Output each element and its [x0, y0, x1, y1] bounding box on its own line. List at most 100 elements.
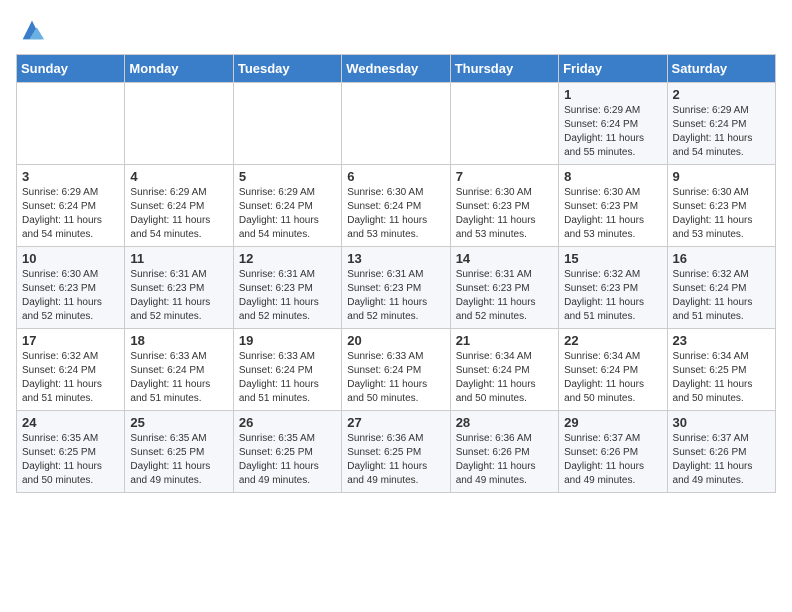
- day-info: Sunrise: 6:29 AM Sunset: 6:24 PM Dayligh…: [564, 104, 661, 160]
- day-number: 10: [22, 251, 119, 266]
- day-number: 25: [130, 415, 227, 430]
- weekday-header-tuesday: Tuesday: [233, 55, 341, 83]
- day-number: 16: [673, 251, 770, 266]
- calendar-day: 20 Sunrise: 6:33 AM Sunset: 6:24 PM Dayli…: [342, 329, 450, 411]
- calendar-day: 25Sunrise: 6:35 AM Sunset: 6:25 PM Dayli…: [125, 411, 233, 493]
- calendar-day: 6 Sunrise: 6:30 AM Sunset: 6:24 PM Daylig…: [342, 165, 450, 247]
- day-info: Sunrise: 6:33 AM Sunset: 6:24 PM Dayligh…: [347, 350, 444, 406]
- day-info: Sunrise: 6:29 AM Sunset: 6:24 PM Dayligh…: [22, 186, 119, 242]
- calendar-day: 10 Sunrise: 6:30 AM Sunset: 6:23 PM Dayli…: [17, 247, 125, 329]
- calendar-day: 14 Sunrise: 6:31 AM Sunset: 6:23 PM Dayli…: [450, 247, 558, 329]
- calendar-header: SundayMondayTuesdayWednesdayThursdayFrid…: [17, 55, 776, 83]
- weekday-header-sunday: Sunday: [17, 55, 125, 83]
- day-number: 3: [22, 169, 119, 184]
- day-number: 24: [22, 415, 119, 430]
- day-number: 5: [239, 169, 336, 184]
- day-number: 17: [22, 333, 119, 348]
- day-number: 18: [130, 333, 227, 348]
- calendar-day: 21Sunrise: 6:34 AM Sunset: 6:24 PM Dayli…: [450, 329, 558, 411]
- day-number: 6: [347, 169, 444, 184]
- calendar-day: 16 Sunrise: 6:32 AM Sunset: 6:24 PM Dayli…: [667, 247, 775, 329]
- day-number: 22: [564, 333, 661, 348]
- day-info: Sunrise: 6:34 AM Sunset: 6:25 PM Dayligh…: [673, 350, 770, 406]
- calendar-day: [125, 83, 233, 165]
- weekday-header-monday: Monday: [125, 55, 233, 83]
- calendar-day: 28Sunrise: 6:36 AM Sunset: 6:26 PM Dayli…: [450, 411, 558, 493]
- day-info: Sunrise: 6:30 AM Sunset: 6:23 PM Dayligh…: [456, 186, 553, 242]
- day-number: 4: [130, 169, 227, 184]
- day-info: Sunrise: 6:33 AM Sunset: 6:24 PM Dayligh…: [239, 350, 336, 406]
- day-number: 19: [239, 333, 336, 348]
- calendar-day: [342, 83, 450, 165]
- calendar-day: [450, 83, 558, 165]
- day-info: Sunrise: 6:32 AM Sunset: 6:24 PM Dayligh…: [673, 268, 770, 324]
- logo: [16, 16, 46, 44]
- calendar-day: 24 Sunrise: 6:35 AM Sunset: 6:25 PM Dayli…: [17, 411, 125, 493]
- day-number: 7: [456, 169, 553, 184]
- day-number: 15: [564, 251, 661, 266]
- day-info: Sunrise: 6:37 AM Sunset: 6:26 PM Dayligh…: [673, 432, 770, 488]
- calendar-day: 27Sunrise: 6:36 AM Sunset: 6:25 PM Dayli…: [342, 411, 450, 493]
- day-info: Sunrise: 6:31 AM Sunset: 6:23 PM Dayligh…: [347, 268, 444, 324]
- logo-icon: [18, 16, 46, 44]
- day-number: 28: [456, 415, 553, 430]
- day-info: Sunrise: 6:31 AM Sunset: 6:23 PM Dayligh…: [456, 268, 553, 324]
- weekday-header-saturday: Saturday: [667, 55, 775, 83]
- day-info: Sunrise: 6:35 AM Sunset: 6:25 PM Dayligh…: [239, 432, 336, 488]
- day-number: 8: [564, 169, 661, 184]
- day-number: 1: [564, 87, 661, 102]
- day-info: Sunrise: 6:29 AM Sunset: 6:24 PM Dayligh…: [673, 104, 770, 160]
- calendar-day: 3 Sunrise: 6:29 AM Sunset: 6:24 PM Daylig…: [17, 165, 125, 247]
- day-info: Sunrise: 6:33 AM Sunset: 6:24 PM Dayligh…: [130, 350, 227, 406]
- page-header: [16, 16, 776, 44]
- day-info: Sunrise: 6:29 AM Sunset: 6:24 PM Dayligh…: [130, 186, 227, 242]
- calendar-day: 2 Sunrise: 6:29 AM Sunset: 6:24 PM Daylig…: [667, 83, 775, 165]
- calendar-day: 17 Sunrise: 6:32 AM Sunset: 6:24 PM Dayli…: [17, 329, 125, 411]
- calendar-day: 22 Sunrise: 6:34 AM Sunset: 6:24 PM Dayli…: [559, 329, 667, 411]
- day-info: Sunrise: 6:29 AM Sunset: 6:24 PM Dayligh…: [239, 186, 336, 242]
- day-info: Sunrise: 6:31 AM Sunset: 6:23 PM Dayligh…: [239, 268, 336, 324]
- day-number: 30: [673, 415, 770, 430]
- day-info: Sunrise: 6:30 AM Sunset: 6:23 PM Dayligh…: [22, 268, 119, 324]
- day-number: 2: [673, 87, 770, 102]
- calendar-day: 19 Sunrise: 6:33 AM Sunset: 6:24 PM Dayli…: [233, 329, 341, 411]
- calendar-day: 12Sunrise: 6:31 AM Sunset: 6:23 PM Dayli…: [233, 247, 341, 329]
- calendar-day: 4 Sunrise: 6:29 AM Sunset: 6:24 PM Daylig…: [125, 165, 233, 247]
- day-number: 29: [564, 415, 661, 430]
- calendar-day: 11 Sunrise: 6:31 AM Sunset: 6:23 PM Dayli…: [125, 247, 233, 329]
- calendar-day: 29 Sunrise: 6:37 AM Sunset: 6:26 PM Dayli…: [559, 411, 667, 493]
- calendar-day: 30 Sunrise: 6:37 AM Sunset: 6:26 PM Dayli…: [667, 411, 775, 493]
- calendar-day: 7 Sunrise: 6:30 AM Sunset: 6:23 PM Daylig…: [450, 165, 558, 247]
- day-number: 14: [456, 251, 553, 266]
- calendar-week-3: 10 Sunrise: 6:30 AM Sunset: 6:23 PM Dayli…: [17, 247, 776, 329]
- calendar-week-1: 1 Sunrise: 6:29 AM Sunset: 6:24 PM Daylig…: [17, 83, 776, 165]
- day-number: 11: [130, 251, 227, 266]
- calendar-week-4: 17 Sunrise: 6:32 AM Sunset: 6:24 PM Dayli…: [17, 329, 776, 411]
- day-info: Sunrise: 6:34 AM Sunset: 6:24 PM Dayligh…: [564, 350, 661, 406]
- day-info: Sunrise: 6:37 AM Sunset: 6:26 PM Dayligh…: [564, 432, 661, 488]
- calendar-day: 9 Sunrise: 6:30 AM Sunset: 6:23 PM Daylig…: [667, 165, 775, 247]
- day-info: Sunrise: 6:32 AM Sunset: 6:24 PM Dayligh…: [22, 350, 119, 406]
- day-number: 20: [347, 333, 444, 348]
- day-info: Sunrise: 6:36 AM Sunset: 6:25 PM Dayligh…: [347, 432, 444, 488]
- weekday-header-friday: Friday: [559, 55, 667, 83]
- calendar-day: 15 Sunrise: 6:32 AM Sunset: 6:23 PM Dayli…: [559, 247, 667, 329]
- day-number: 26: [239, 415, 336, 430]
- calendar-day: 8Sunrise: 6:30 AM Sunset: 6:23 PM Daylig…: [559, 165, 667, 247]
- weekday-header-thursday: Thursday: [450, 55, 558, 83]
- day-info: Sunrise: 6:34 AM Sunset: 6:24 PM Dayligh…: [456, 350, 553, 406]
- day-number: 13: [347, 251, 444, 266]
- calendar-day: 13 Sunrise: 6:31 AM Sunset: 6:23 PM Dayli…: [342, 247, 450, 329]
- day-info: Sunrise: 6:31 AM Sunset: 6:23 PM Dayligh…: [130, 268, 227, 324]
- weekday-header-wednesday: Wednesday: [342, 55, 450, 83]
- day-number: 9: [673, 169, 770, 184]
- calendar-day: [17, 83, 125, 165]
- day-info: Sunrise: 6:30 AM Sunset: 6:24 PM Dayligh…: [347, 186, 444, 242]
- calendar-day: 1 Sunrise: 6:29 AM Sunset: 6:24 PM Daylig…: [559, 83, 667, 165]
- calendar-day: 23 Sunrise: 6:34 AM Sunset: 6:25 PM Dayli…: [667, 329, 775, 411]
- calendar-week-5: 24 Sunrise: 6:35 AM Sunset: 6:25 PM Dayli…: [17, 411, 776, 493]
- day-info: Sunrise: 6:32 AM Sunset: 6:23 PM Dayligh…: [564, 268, 661, 324]
- day-info: Sunrise: 6:30 AM Sunset: 6:23 PM Dayligh…: [673, 186, 770, 242]
- day-number: 23: [673, 333, 770, 348]
- day-info: Sunrise: 6:35 AM Sunset: 6:25 PM Dayligh…: [22, 432, 119, 488]
